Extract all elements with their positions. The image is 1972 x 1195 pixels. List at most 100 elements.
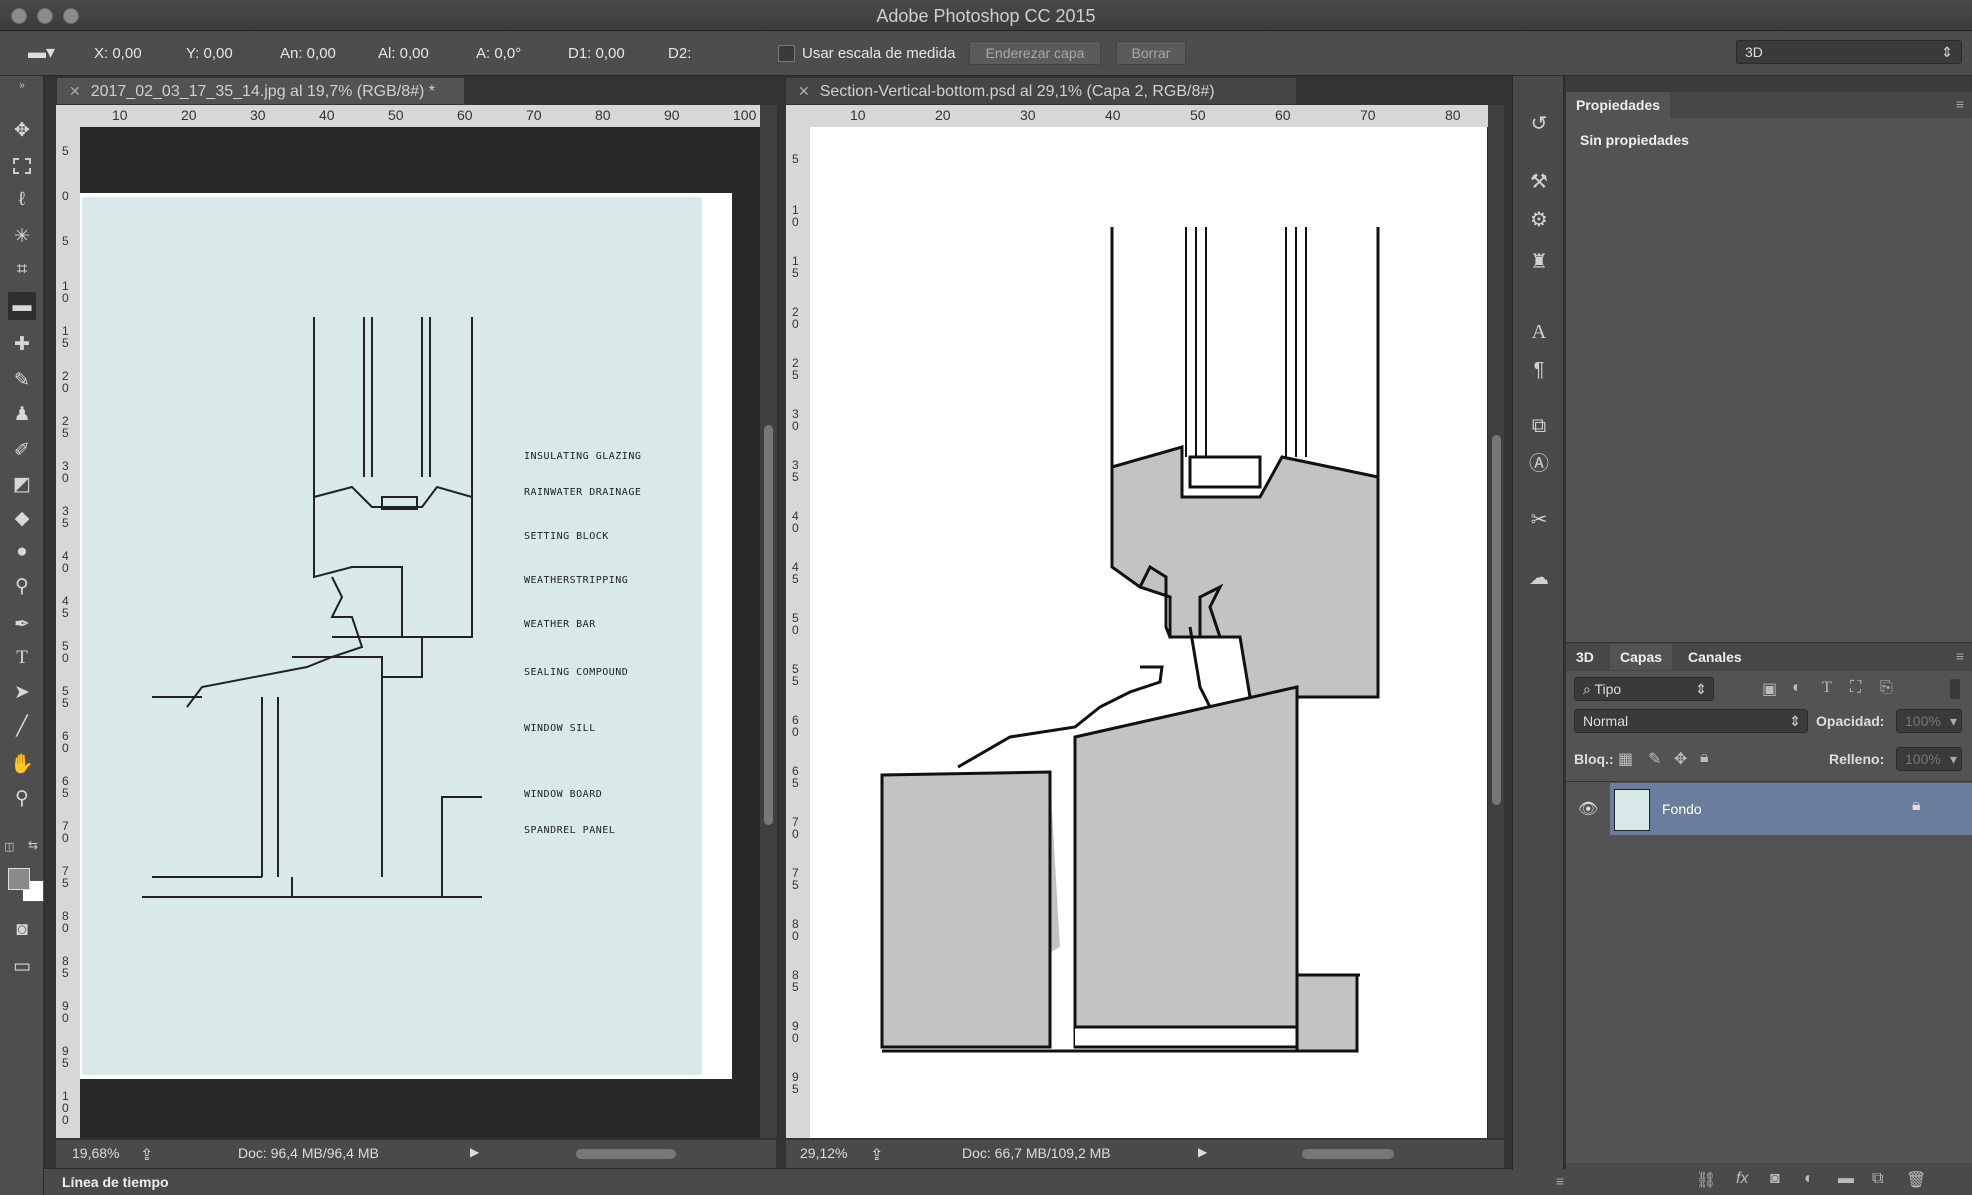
tab-doc2[interactable]: ✕ Section-Vertical-bottom.psd al 29,1% (C…	[786, 78, 1296, 104]
quick-mask-icon[interactable]: ◙	[8, 916, 36, 944]
layer-row[interactable]: 👁︎ Fondo 🔒︎	[1566, 783, 1972, 837]
panel-menu-icon[interactable]: ≡	[1956, 648, 1964, 664]
filter-shape-icon[interactable]: ⛶	[1850, 679, 1861, 697]
sketch-label: SETTING BLOCK	[524, 531, 609, 542]
share-icon[interactable]: ⇪	[140, 1145, 153, 1165]
default-colors-icon[interactable]: ◫	[4, 840, 16, 853]
use-scale-checkbox[interactable]	[778, 45, 795, 62]
canvas-doc1[interactable]: INSULATING GLAZING RAINWATER DRAINAGE SETT…	[80, 127, 760, 1138]
opacity-input[interactable]: 100% ▾	[1896, 709, 1962, 733]
screen-mode-icon[interactable]: ▭	[8, 952, 36, 980]
foreground-color-swatch[interactable]	[8, 868, 30, 890]
pen-tool-icon[interactable]: ✒	[8, 610, 36, 638]
ruler-label: 10	[850, 107, 866, 123]
link-layers-icon[interactable]: ⛓	[1696, 1170, 1716, 1190]
tab-layers[interactable]: Capas	[1610, 644, 1673, 670]
brush-tool-icon[interactable]: ✎	[8, 366, 36, 394]
layer-name[interactable]: Fondo	[1662, 801, 1702, 817]
close-tab-icon[interactable]: ✕	[69, 83, 81, 99]
blend-mode-select[interactable]: Normal ⇕	[1574, 709, 1808, 733]
sketch-label: INSULATING GLAZING	[524, 451, 642, 462]
share-icon[interactable]: ⇪	[870, 1145, 883, 1165]
libraries-icon[interactable]: ☁	[1525, 564, 1553, 592]
lock-position-icon[interactable]: ✥	[1674, 749, 1687, 769]
dodge-tool-icon[interactable]: ⚲	[8, 572, 36, 600]
clear-button[interactable]: Borrar	[1116, 41, 1186, 65]
marquee-tool-icon[interactable]	[8, 152, 36, 180]
history-brush-tool-icon[interactable]: ✐	[8, 436, 36, 464]
lock-transparent-icon[interactable]: ▦	[1618, 749, 1633, 769]
eraser-tool-icon[interactable]: ◩	[8, 470, 36, 498]
scroll-thumb[interactable]	[1492, 435, 1501, 805]
delete-layer-icon[interactable]: 🗑︎	[1906, 1170, 1926, 1190]
swap-colors-icon[interactable]: ⇆	[28, 838, 42, 852]
character-icon[interactable]: A	[1525, 318, 1553, 346]
paragraph-styles-icon[interactable]: Ⓐ	[1525, 450, 1553, 478]
status-menu-arrow-icon[interactable]: ▶	[470, 1145, 479, 1159]
visibility-eye-icon[interactable]: 👁︎	[1578, 799, 1598, 819]
timeline-tab[interactable]: Línea de tiempo	[62, 1174, 169, 1190]
add-mask-icon[interactable]: ◙	[1770, 1170, 1780, 1188]
straighten-layer-button[interactable]: Enderezar capa	[969, 41, 1101, 65]
lock-image-icon[interactable]: ✎	[1648, 749, 1661, 769]
panel-menu-icon[interactable]: ≡	[1556, 1173, 1564, 1189]
paint-bucket-tool-icon[interactable]: ◆	[8, 504, 36, 532]
close-tab-icon[interactable]: ✕	[798, 83, 810, 99]
new-group-icon[interactable]: ▬	[1838, 1170, 1854, 1188]
crop-tool-icon[interactable]: ⌗	[8, 256, 36, 284]
filter-smart-object-icon[interactable]: ⎘	[1880, 679, 1893, 697]
character-styles-icon[interactable]: ⧉	[1525, 412, 1553, 440]
hand-tool-icon[interactable]: ✋	[8, 750, 36, 778]
vertical-scrollbar-doc1[interactable]	[760, 105, 777, 1138]
stamp-tool-icon[interactable]: ♟	[8, 400, 36, 428]
filter-toggle[interactable]	[1950, 679, 1960, 699]
horizontal-scroll-thumb[interactable]	[1302, 1149, 1394, 1159]
zoom-tool-icon[interactable]: ⚲	[8, 784, 36, 812]
vertical-scrollbar-doc2[interactable]	[1488, 105, 1504, 1138]
filter-pixel-icon[interactable]: ▣	[1762, 679, 1777, 699]
ruler-tool-icon[interactable]: ▬	[8, 292, 36, 320]
line-tool-icon[interactable]: ╱	[8, 712, 36, 740]
collapse-icon[interactable]: »	[8, 80, 36, 91]
status-menu-arrow-icon[interactable]: ▶	[1198, 1145, 1207, 1159]
lock-all-icon[interactable]: 🔒︎	[1700, 749, 1709, 767]
layers-panel: 3D Capas Canales ≡ ⌕ Tipo ⇕ ▣ ◐ T ⛶ ⎘ Nor…	[1566, 643, 1972, 1195]
panel-menu-icon[interactable]: ≡	[1956, 96, 1964, 112]
workspace-select[interactable]: 3D ⇕	[1736, 40, 1962, 64]
history-icon[interactable]: ↺	[1525, 110, 1553, 138]
tool-presets-icon[interactable]: ✂	[1525, 506, 1553, 534]
filter-type-icon[interactable]: T	[1822, 679, 1832, 697]
horizontal-scroll-thumb[interactable]	[576, 1149, 676, 1159]
healing-brush-tool-icon[interactable]: ✚	[8, 330, 36, 358]
tab-doc1[interactable]: ✕ 2017_02_03_17_35_14.jpg al 19,7% (RGB/8…	[57, 78, 464, 104]
lasso-tool-icon[interactable]: ℓ	[8, 186, 36, 214]
path-selection-tool-icon[interactable]: ➤	[8, 678, 36, 706]
scroll-thumb[interactable]	[764, 425, 773, 825]
layer-filter-select[interactable]: ⌕ Tipo ⇕	[1574, 677, 1714, 701]
tab-3d[interactable]: 3D	[1566, 644, 1604, 670]
blur-tool-icon[interactable]: ●	[8, 538, 36, 566]
move-tool-icon[interactable]: ✥	[8, 116, 36, 144]
brush-presets-icon[interactable]: ⚒	[1525, 168, 1553, 196]
fill-input[interactable]: 100% ▾	[1896, 747, 1962, 771]
canvas-doc2[interactable]	[810, 127, 1488, 1138]
zoom-level[interactable]: 19,68%	[72, 1145, 119, 1161]
filter-adjustment-icon[interactable]: ◐	[1792, 679, 1802, 697]
ruler-label: 8 5	[792, 968, 799, 994]
new-adjustment-icon[interactable]: ◐	[1804, 1170, 1814, 1188]
tab-channels[interactable]: Canales	[1678, 644, 1752, 670]
zoom-level[interactable]: 29,12%	[800, 1145, 847, 1161]
sketch-label: WINDOW SILL	[524, 723, 596, 734]
layer-style-icon[interactable]: fx	[1736, 1170, 1748, 1188]
doc-size: Doc: 96,4 MB/96,4 MB	[238, 1145, 379, 1161]
type-tool-icon[interactable]: T	[8, 644, 36, 672]
magic-wand-tool-icon[interactable]: ✳	[8, 222, 36, 250]
paragraph-icon[interactable]: ¶	[1525, 356, 1553, 384]
new-layer-icon[interactable]: ⧉	[1872, 1170, 1883, 1188]
tab-properties[interactable]: Propiedades	[1566, 92, 1671, 118]
adjustments-icon[interactable]: ⚙	[1525, 206, 1553, 234]
ruler-tool-preset-icon[interactable]: ▬▾	[28, 43, 58, 61]
ruler-label: 4 5	[792, 560, 799, 586]
clone-source-icon[interactable]: ♜	[1525, 248, 1553, 276]
ruler-label: 100	[733, 107, 757, 123]
